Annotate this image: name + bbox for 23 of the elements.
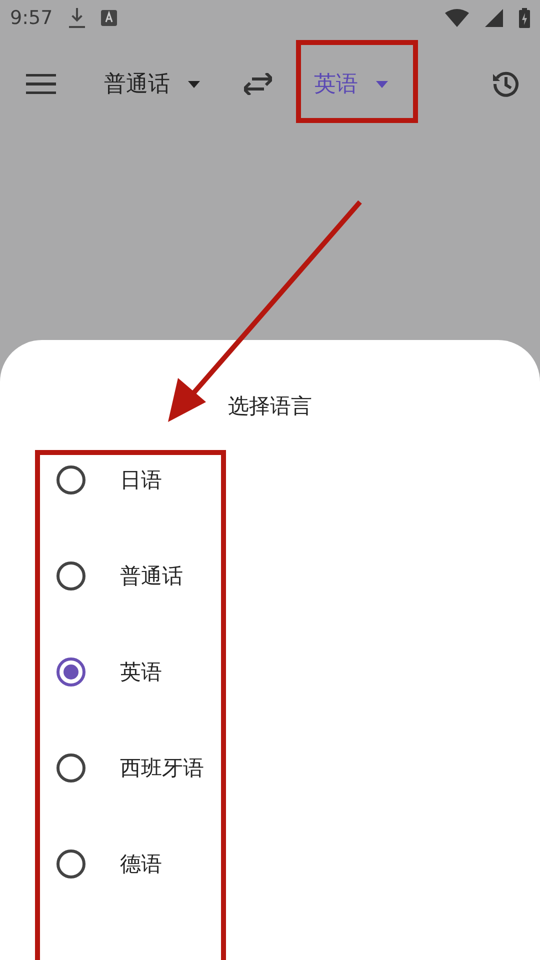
swap-languages-button[interactable] [244, 73, 272, 95]
radio-button[interactable] [55, 464, 87, 496]
caret-icon [376, 80, 388, 88]
battery-icon [519, 8, 530, 28]
language-option[interactable]: 德语 [120, 850, 162, 878]
wifi-icon [445, 9, 469, 27]
download-icon [68, 8, 85, 28]
radio-button[interactable] [55, 656, 87, 688]
radio-button[interactable] [55, 848, 87, 880]
radio-button[interactable] [55, 752, 87, 784]
sheet-title: 选择语言 [227, 393, 313, 420]
language-option[interactable]: 英语 [120, 658, 162, 686]
radio-button[interactable] [55, 560, 87, 592]
language-option[interactable]: 日语 [120, 466, 162, 494]
signal-icon [485, 9, 503, 27]
caret-icon [188, 80, 200, 88]
menu-button[interactable] [26, 74, 56, 94]
language-option[interactable]: 普通话 [120, 562, 183, 590]
language-option[interactable]: 西班牙语 [120, 754, 204, 782]
keyboard-notification-icon [100, 10, 117, 26]
source-language-button[interactable]: 普通话 [104, 69, 200, 99]
status-time: 9:57 [10, 7, 53, 29]
history-button[interactable] [492, 70, 520, 98]
